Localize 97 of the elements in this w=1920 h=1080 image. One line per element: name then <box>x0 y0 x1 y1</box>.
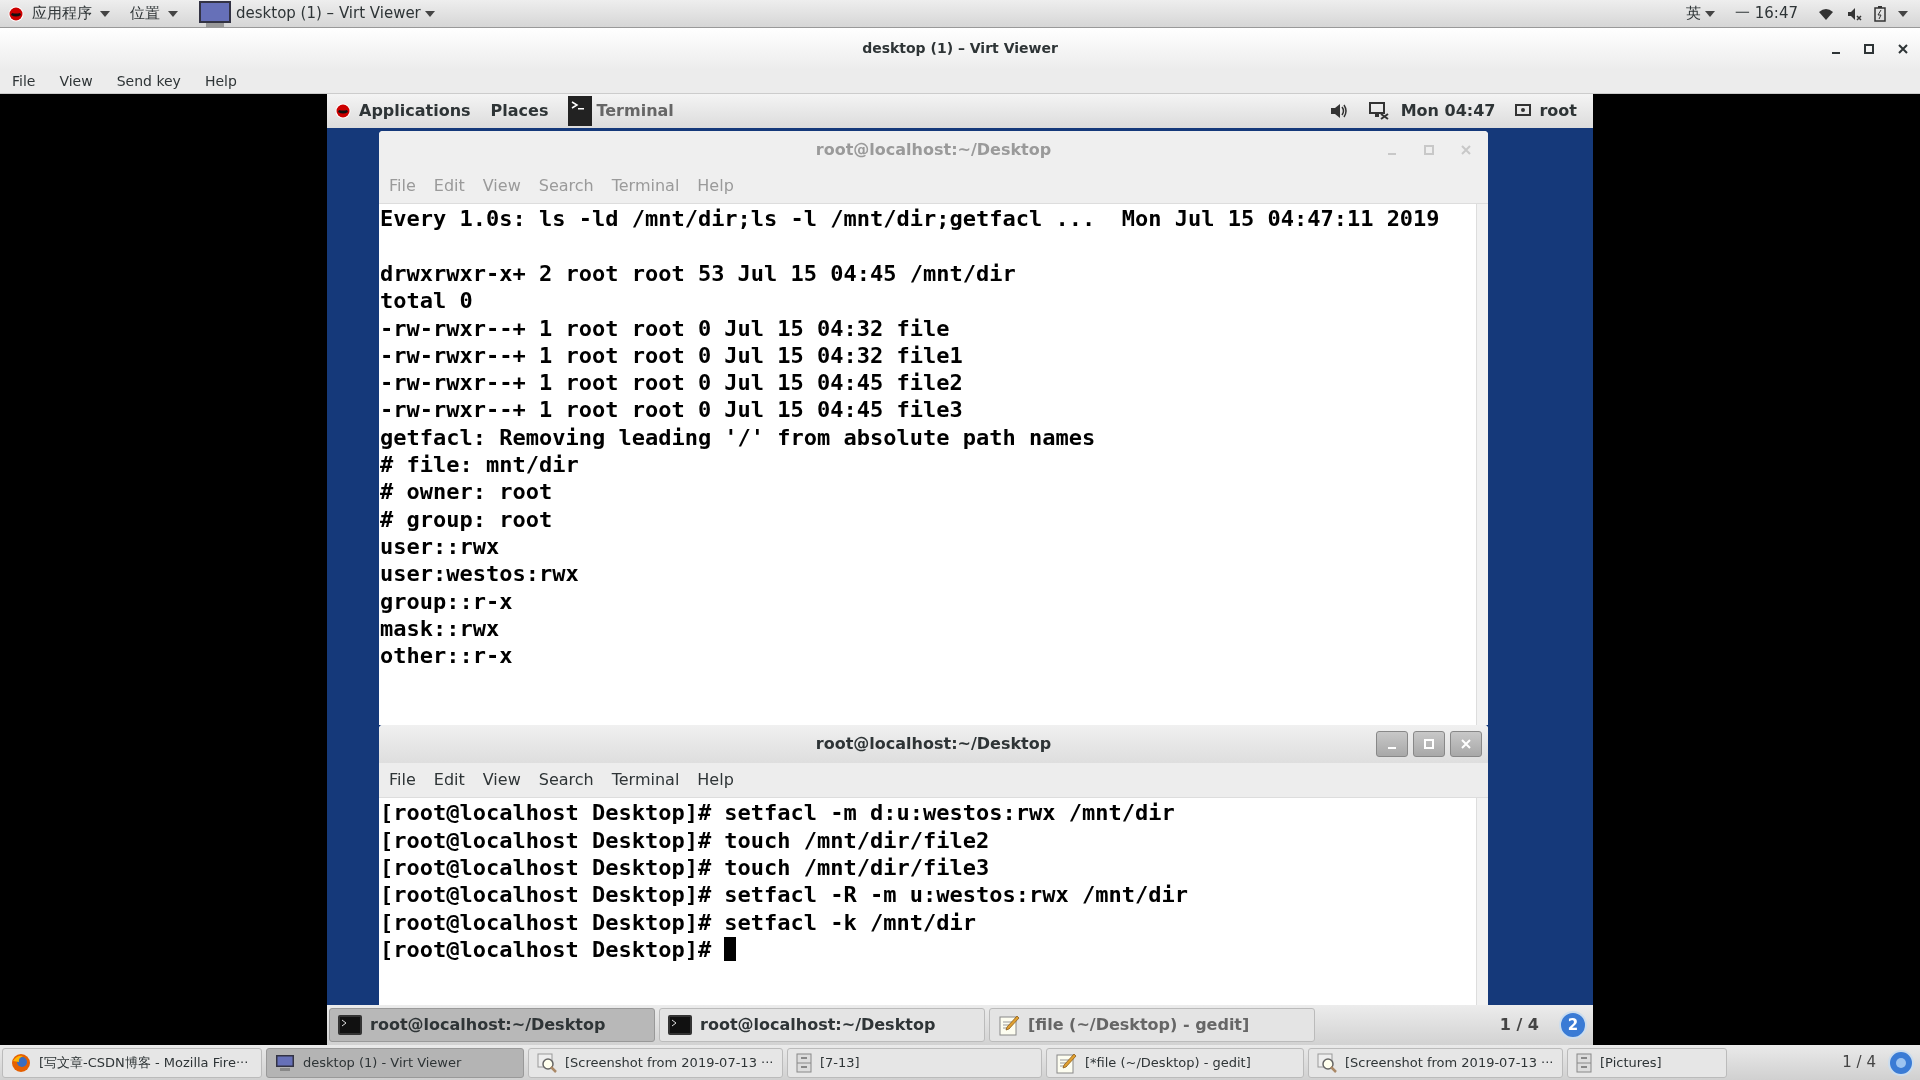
minimize-button[interactable] <box>1376 731 1408 758</box>
menu-item[interactable]: View <box>55 70 97 92</box>
scrollbar[interactable] <box>1476 798 1488 1006</box>
cabinet-icon <box>796 1052 812 1073</box>
terminal-line: Every 1.0s: ls -ld /mnt/dir;ls -l /mnt/dir;getfacl ... Mon Jul 15 04:47:11 2019 <box>380 205 1441 233</box>
terminal-line: [root@localhost Desktop]# setfacl -k /mnt/dir <box>380 908 977 936</box>
clock[interactable]: 一 16:47 <box>1735 2 1798 25</box>
maximize-button[interactable] <box>1413 731 1445 758</box>
terminal-line: getfacl: Removing leading '/' from absolute path names <box>380 423 1096 451</box>
terminal-icon <box>568 96 593 127</box>
user-menu[interactable]: root <box>1515 99 1585 124</box>
close-icon <box>1461 145 1471 156</box>
taskbar-item[interactable]: desktop (1) - Virt Viewer <box>266 1047 524 1078</box>
caret-icon <box>1898 10 1908 17</box>
scrollbar[interactable] <box>1476 204 1488 726</box>
terminal-line: user::rwx <box>380 532 500 561</box>
window-menu[interactable]: desktop (1) – Virt Viewer <box>198 0 435 28</box>
places-menu[interactable]: Places <box>490 99 549 124</box>
caret-icon <box>168 10 178 17</box>
menu-item[interactable]: File <box>385 768 420 793</box>
menu-item[interactable]: File <box>8 70 40 92</box>
applications-menu[interactable]: Applications <box>335 99 471 124</box>
terminal-line: drwxrwxr-x+ 2 root root 53 Jul 15 04:45 /mnt/dir <box>380 259 1016 288</box>
clock[interactable]: Mon 04:47 <box>1400 99 1496 124</box>
window-title: root@localhost:~/Desktop <box>815 139 1052 162</box>
terminal-line: user:westos:rwx <box>380 560 579 588</box>
battery-icon <box>1874 5 1886 22</box>
terminal-line: [root@localhost Desktop]# setfacl -R -m u:westos:rwx /mnt/dir <box>380 881 1188 909</box>
taskbar-item[interactable]: [写文章-CSDN博客 - Mozilla Fire··· <box>2 1047 262 1078</box>
terminal-line: other::r-x <box>380 642 513 670</box>
menu-item[interactable]: Help <box>200 70 241 92</box>
terminal-line: -rw-rwxr--+ 1 root root 0 Jul 15 04:32 file1 <box>380 341 963 370</box>
menu-item[interactable]: Terminal <box>607 768 684 793</box>
minimize-icon <box>1388 747 1396 750</box>
taskbar-item[interactable]: [7-13] <box>787 1047 1042 1078</box>
applications-menu[interactable]: 应用程序 <box>8 2 110 25</box>
terminal-line: [root@localhost Desktop]# touch /mnt/dir/file2 <box>380 826 990 854</box>
terminal-line: -rw-rwxr--+ 1 root root 0 Jul 15 04:45 file3 <box>380 396 963 424</box>
close-icon <box>1898 43 1908 54</box>
speaker-icon <box>1846 6 1862 21</box>
taskbar-item[interactable]: root@localhost:~/Desktop <box>329 1008 655 1043</box>
window-title: root@localhost:~/Desktop <box>815 733 1052 756</box>
workspace-icon <box>1888 1049 1914 1076</box>
places-menu[interactable]: 位置 <box>130 2 178 25</box>
terminal-line: # file: mnt/dir <box>380 451 579 479</box>
active-app-menu[interactable]: Terminal <box>568 94 674 129</box>
taskbar-item[interactable]: [*file (~/Desktop) - gedit] <box>1046 1047 1304 1078</box>
terminal-line: [root@localhost Desktop]# setfacl -m d:u:westos:rwx /mnt/dir <box>380 799 1175 827</box>
menu-item[interactable]: Edit <box>429 768 469 793</box>
workspace-indicator[interactable]: 1 / 4 <box>1842 1051 1884 1074</box>
workspace-indicator[interactable]: 1 / 4 <box>1499 1013 1555 1038</box>
taskbar-item[interactable]: [Screenshot from 2019-07-13 ··· <box>1308 1047 1563 1078</box>
taskbar-item[interactable]: root@localhost:~/Desktop <box>659 1008 985 1043</box>
terminal-line: group::r-x <box>380 587 513 615</box>
minimize-icon <box>1388 153 1396 156</box>
network-icon <box>1368 102 1389 121</box>
notepad-pencil-icon <box>1055 1051 1077 1074</box>
cabinet-icon <box>1576 1052 1592 1073</box>
taskbar-item[interactable]: [Screenshot from 2019-07-13 ··· <box>528 1047 783 1078</box>
minimize-icon <box>1832 51 1840 54</box>
input-method-menu[interactable]: 英 <box>1686 2 1715 25</box>
maximize-icon <box>1864 43 1874 54</box>
globe-icon <box>11 1052 31 1073</box>
menu-item[interactable]: Send key <box>112 70 185 92</box>
close-icon <box>1461 739 1471 750</box>
maximize-icon <box>1424 145 1434 156</box>
magnifier-icon <box>537 1052 557 1073</box>
maximize-icon <box>1424 739 1434 750</box>
hat-icon <box>335 103 351 120</box>
notification-badge[interactable]: 2 <box>1559 1011 1587 1040</box>
terminal-line: [root@localhost Desktop]# touch /mnt/dir/file3 <box>380 853 990 882</box>
terminal-icon <box>338 1015 362 1036</box>
caret-icon <box>424 10 435 17</box>
caret-icon <box>1705 10 1715 17</box>
user-icon <box>1515 104 1532 119</box>
taskbar-item[interactable]: [Pictures] <box>1567 1047 1727 1078</box>
caret-icon <box>100 10 110 17</box>
window-title: desktop (1) – Virt Viewer <box>862 39 1058 59</box>
wifi-icon <box>1818 6 1834 21</box>
menu-item[interactable]: View <box>478 768 525 793</box>
menu-item[interactable]: Help <box>693 768 738 793</box>
magnifier-icon <box>1317 1052 1337 1073</box>
terminal-icon <box>668 1015 692 1036</box>
terminal-line: # group: root <box>380 505 553 533</box>
monitor-icon <box>275 1053 295 1072</box>
terminal-line: -rw-rwxr--+ 1 root root 0 Jul 15 04:32 file <box>380 314 950 342</box>
terminal-line: [root@localhost Desktop]# <box>380 935 713 964</box>
terminal-line: total 0 <box>380 287 473 315</box>
notepad-pencil-icon <box>998 1014 1020 1037</box>
terminal-line: mask::rwx <box>380 614 500 643</box>
speaker-icon <box>1328 103 1349 120</box>
hat-icon <box>8 5 24 22</box>
terminal-line: # owner: root <box>380 478 553 506</box>
taskbar-item[interactable]: [file (~/Desktop) - gedit] <box>989 1008 1315 1043</box>
terminal-line: -rw-rwxr--+ 1 root root 0 Jul 15 04:45 file2 <box>380 369 963 397</box>
menu-item[interactable]: Search <box>534 768 598 793</box>
close-button[interactable] <box>1450 731 1482 758</box>
